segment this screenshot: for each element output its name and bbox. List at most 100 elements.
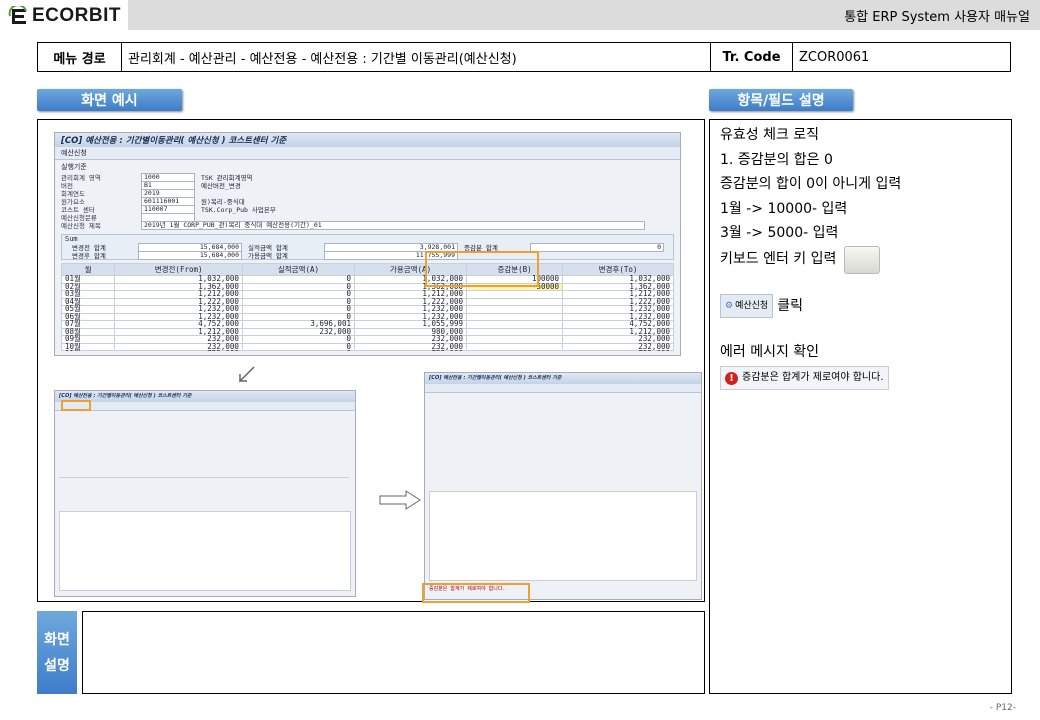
sap-small-toolbar: [55, 402, 355, 411]
sap-toolbar: 예산신청: [55, 147, 680, 160]
error-message-sample: ! 증감분은 합계가 제로여야 합니다.: [720, 366, 889, 390]
screen-description-label: 화면 설명: [37, 611, 77, 694]
tcode-value: ZCOR0061: [799, 49, 870, 65]
highlight-small-button: [61, 400, 91, 411]
sap-column-header: 실적금액(A): [241, 263, 355, 276]
desc-line-6: 키보드 엔터 키 입력: [720, 251, 837, 268]
sap-sum-value: 0: [530, 242, 664, 252]
table-cell: 732,000: [562, 350, 674, 351]
table-cell[interactable]: [466, 327, 564, 336]
sap-form-field[interactable]: 2019년 1월 CORP_PUB_관)복리 중식대 예산전용(기간)_01: [141, 220, 645, 230]
table-row: 02월 1,362,000 0 1,362,000 -50000 1,362,000: [61, 282, 674, 291]
table-cell: 0: [241, 297, 355, 306]
menu-path-label: 메뉴 경로: [38, 43, 122, 71]
table-row: 01월 1,032,000 0 1,032,000 100000 1,032,000: [61, 275, 674, 284]
tab-field-description: 항목/필드 설명: [709, 89, 853, 111]
table-cell: 0: [241, 282, 355, 291]
table-row: 09월 232,000 0 232,000 232,000: [61, 335, 674, 344]
table-cell: 0: [241, 350, 355, 351]
table-cell[interactable]: [466, 297, 564, 306]
sap-section-label: 실행기준: [61, 163, 87, 171]
table-row: 10월 232,000 0 232,000 232,000: [61, 342, 674, 351]
table-cell: 0: [241, 342, 355, 351]
top-bar: ECORBIT 통합 ERP System 사용자 매뉴얼: [0, 0, 1040, 30]
table-cell[interactable]: [466, 290, 564, 299]
table-cell[interactable]: [466, 335, 564, 344]
table-row: 11월732,0000732,000732,000: [61, 350, 674, 351]
sap-sum-label: 변경후 합계: [72, 252, 106, 260]
desc-click-row: ⚙ 예산신청 클릭: [720, 293, 1001, 319]
tcode-label: Tr. Code: [711, 43, 793, 71]
desc-line-2: 1. 증감분의 합은 0: [720, 151, 833, 168]
budget-request-button[interactable]: 예산신청: [61, 149, 87, 157]
sap-sum-row: 변경후 합계 15,684,000 가용금액 합계 11,755,999: [62, 250, 673, 260]
gear-icon: ⚙: [725, 300, 734, 311]
sap-form-label: 예산신청 제목: [61, 222, 101, 230]
enter-key-icon: [844, 245, 881, 274]
sap-sum-label: 가용금액 합계: [248, 252, 288, 260]
field-description-panel: 유효성 체크 로직 1. 증감분의 합은 0 증감분의 합이 0이 아니게 입력…: [709, 119, 1012, 694]
table-cell: 11월: [61, 350, 116, 351]
sap-table-area: 월 변경전(From) 실적금액(A) 가용금액(A) 증감분(B) 변경후(To) 01월…: [61, 263, 674, 351]
doc-title: 통합 ERP System 사용자 매뉴얼: [844, 10, 1030, 25]
sap-form-desc: 예산버전_변경: [201, 182, 241, 190]
table-row: 05월 1,232,000 0 1,232,000 1,232,000: [61, 305, 674, 314]
sap-form-desc: TSK.Corp_Pub 사업본부: [201, 206, 276, 214]
arrow-down-left-icon: [239, 366, 255, 383]
error-icon: !: [725, 371, 738, 385]
table-cell: 0: [241, 305, 355, 314]
sap-main-screen: [CO] 예산전용 : 기간별이동관리( 예산신청 ) 코스트센터 기준 예산신…: [54, 132, 681, 356]
sap-table: 월 변경전(From) 실적금액(A) 가용금액(A) 증감분(B) 변경후(To) 01월…: [61, 263, 674, 351]
sap-small-screen-after: [CO] 예산전용 : 기간별이동관리( 예산신청 ) 코스트센터 기준 증감분…: [424, 372, 702, 600]
table-cell: 732,000: [114, 350, 243, 351]
page-number: - P12-: [989, 703, 1016, 713]
error-heading: 에러 메시지 확인: [720, 344, 820, 360]
sap-sum-area: Sum 변경전 합계 15,684,000 실적금액 합계 3,928,001 증감분 …: [61, 234, 674, 260]
table-row: 06월 1,232,000 0 1,232,000 1,232,000: [61, 312, 674, 321]
desc-line-1: 유효성 체크 로직: [720, 127, 820, 143]
table-cell: 732,000: [353, 350, 468, 351]
table-row: 04월 1,222,000 0 1,222,000 1,222,000: [61, 297, 674, 306]
table-cell: 0: [241, 335, 355, 344]
tab-screen-example: 화면 예시: [37, 89, 182, 111]
header-band: 통합 ERP System 사용자 매뉴얼: [128, 0, 1040, 30]
sap-sum-value: 15,684,000: [138, 250, 242, 260]
menu-path-row: 메뉴 경로 관리회계 - 예산관리 - 예산전용 - 예산전용 : 기간별 이동…: [37, 42, 1011, 72]
table-cell[interactable]: [466, 305, 564, 314]
sap-form: 실행기준 관리회계 영역 1000 TSK 관리회계영역 버전 B1 예산버전_변경 회계연…: [55, 160, 680, 231]
desc-line-3: 증감분의 합이 0이 아니게 입력: [720, 176, 902, 192]
desc-line-5: 3월 -> 5000- 입력: [720, 225, 839, 241]
sap-title: [CO] 예산전용 : 기간별이동관리( 예산신청 ) 코스트센터 기준: [55, 133, 680, 147]
sap-small-title-2: [CO] 예산전용 : 기간별이동관리( 예산신청 ) 코스트센터 기준: [425, 373, 701, 384]
screen-example-panel: [CO] 예산전용 : 기간별이동관리( 예산신청 ) 코스트센터 기준 예산신…: [37, 119, 705, 603]
table-cell: 232,000: [241, 327, 355, 336]
sap-small-toolbar-2: [425, 384, 701, 393]
table-cell[interactable]: [466, 342, 564, 351]
table-cell[interactable]: [466, 350, 564, 351]
desc-line-6-row: 키보드 엔터 키 입력: [720, 245, 1001, 274]
click-text: 클릭: [777, 297, 803, 314]
table-row: 03월 1,212,000 0 1,212,000 1,212,000: [61, 290, 674, 299]
sap-small-title: [CO] 예산전용 : 기간별이동관리( 예산신청 ) 코스트센터 기준: [55, 391, 355, 402]
highlight-status-bar: [422, 583, 530, 603]
sap-small-screen-before: [CO] 예산전용 : 기간별이동관리( 예산신청 ) 코스트센터 기준: [54, 390, 356, 597]
table-cell: 0: [241, 290, 355, 299]
desc-line-4: 1월 -> 10000- 입력: [720, 200, 848, 217]
table-row: 07월 4,752,000 3,696,001 1,055,999 4,752,000: [61, 320, 674, 329]
table-cell: 0: [241, 275, 355, 284]
ecorbit-logo-icon: [8, 6, 27, 24]
sap-small-table-2: [429, 491, 697, 581]
sap-form-row: 예산신청 제목 2019년 1월 CORP_PUB_관)복리 중식대 예산전용(기…: [61, 220, 674, 230]
screen-description-box: [82, 611, 705, 694]
sap-form-rows: 관리회계 영역 1000 TSK 관리회계영역 버전 B1 예산버전_변경 회계연도 2019…: [61, 172, 674, 230]
sap-sum-rows: 변경전 합계 15,684,000 실적금액 합계 3,928,001 증감분 합계 0 변…: [62, 242, 673, 260]
table-row: 08월 1,212,000 232,000 980,000 1,212,000: [61, 327, 674, 336]
logo: ECORBIT: [8, 5, 121, 27]
sap-small-table: [59, 511, 351, 591]
arrow-right-icon: [379, 490, 421, 510]
table-cell[interactable]: [466, 320, 564, 329]
highlight-increment-cells: [425, 251, 539, 287]
logo-text: ECORBIT: [32, 5, 121, 26]
menu-path-value: 관리회계 - 예산관리 - 예산전용 - 예산전용 : 기간별 이동관리(예산신…: [122, 43, 711, 71]
table-cell[interactable]: [466, 312, 564, 321]
